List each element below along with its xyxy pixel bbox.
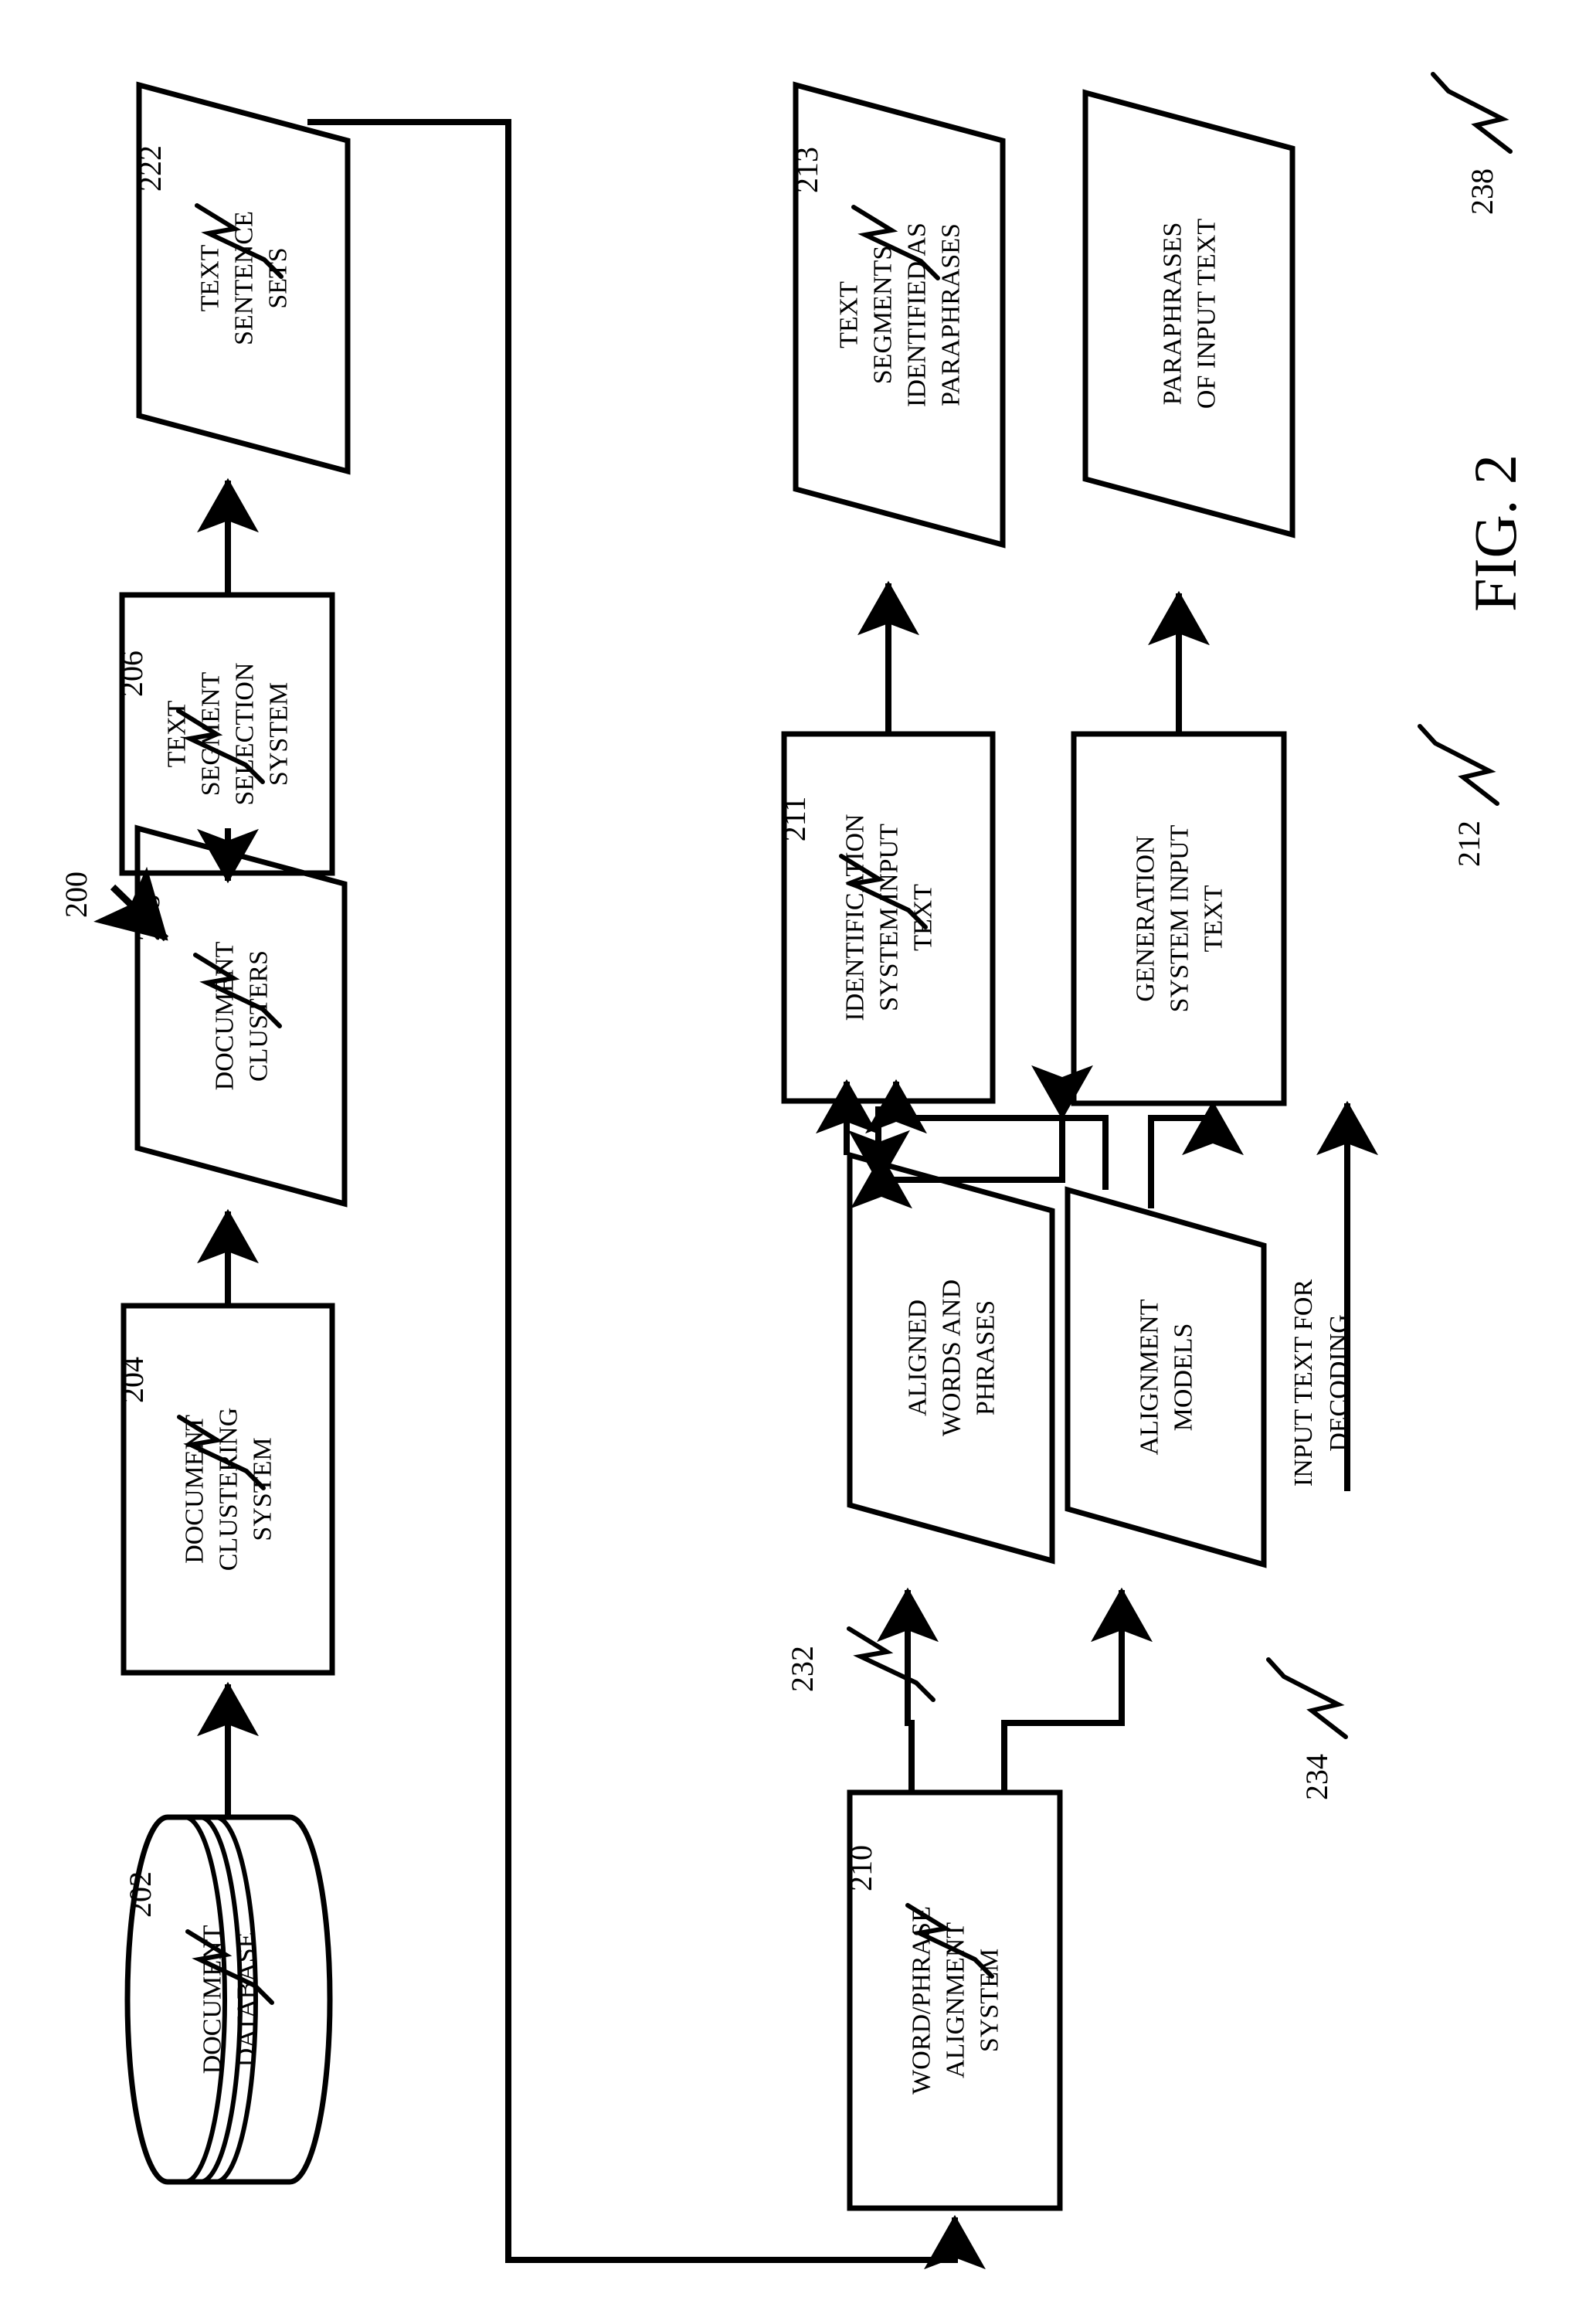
edge-align-to-models [1001,1587,1153,1792]
free-label-input-text-for-decoding: INPUT TEXT FOR DECODING [1289,1279,1353,1487]
node-label-line: PHRASES [972,1300,1000,1415]
node-label: ALIGNED WORDS AND PHRASES [904,1279,1000,1436]
edge-align-to-aligned [877,1587,939,1792]
edge-sets-feedback [307,119,986,2270]
leader-line [1431,72,1513,154]
figure-caption: FIG. 2 [1462,454,1529,612]
node-parallelogram [1065,1186,1267,1568]
free-label-line: INPUT TEXT FOR [1289,1279,1318,1487]
node-label-line: MODELS [1170,1323,1198,1432]
reference-numeral: 222 [133,145,168,192]
node-label-line: SYSTEM [249,1437,277,1541]
node-label-line: GENERATION [1132,835,1160,1001]
node-label-line: IDENTIFICATION [841,814,870,1021]
node-label-line: SYSTEM [976,1949,1004,2052]
node-label-line: SYSTEM [265,682,294,786]
node-label-line: WORD/PHRASE [908,1906,936,2095]
reference-numeral: 232 [785,1646,820,1692]
node-label-line: IDENTIFIED AS [903,223,932,407]
reference-numeral: 206 [114,651,149,697]
figure-canvas: DOCUMENT DATABASEDOCUMENT CLUSTERING SYSTEM… [59,72,1529,2270]
node-label-line: TEXT [163,700,192,767]
reference-numeral: 234 [1299,1754,1334,1800]
node-label: GENERATION SYSTEM INPUT TEXT [1132,824,1228,1012]
node-parallelogram [793,81,1006,549]
node-label-line: PARAPHRASES [937,223,966,406]
node-label-line: SEGMENTS [869,246,898,384]
diagram-reference-numeral: 200 [59,872,93,918]
node-label-line: DATABASE [233,1932,261,2068]
node-label: DOCUMENT CLUSTERING SYSTEM [181,1408,277,1572]
node-label: DOCUMENT DATABASE [199,1925,261,2074]
edge-models-to-gen [1148,1100,1244,1208]
node-label: IDENTIFICATION SYSTEM INPUT TEXT [841,814,938,1021]
node-label-line: SELECTION [231,662,260,805]
shape-layer [119,81,1295,2211]
node-parallelogram [1082,89,1295,539]
reference-numeral: 213 [790,147,824,193]
node-label-line: CLUSTERING [215,1408,243,1572]
node-label: ALIGNMENT MODELS [1136,1299,1198,1455]
leader-line [847,1626,936,1702]
node-label-line: SYSTEM INPUT [875,824,904,1011]
node-label: PARAPHRASES OF INPUT TEXT [1159,219,1221,409]
reference-numeral: 212 [1452,821,1486,867]
node-label-line: SETS [264,247,293,308]
node-label: WORD/PHRASE ALIGNMENT SYSTEM [908,1906,1004,2095]
node-label-line: ALIGNMENT [1136,1299,1164,1455]
leader-line [1418,724,1499,806]
node-label-line: TEXT [909,884,938,951]
node-label-line: ALIGNED [904,1300,932,1416]
reference-numeral: 202 [123,1871,158,1918]
patent-figure: DOCUMENT DATABASE DOCUMENT CLUSTERING SYSTEM… [0,0,1596,2314]
node-label-line: ALIGNMENT [942,1922,970,2078]
node-parallelogram [134,824,348,1208]
node-label-line: TEXT [196,244,225,311]
node-label-line: TEXT [835,281,864,348]
reference-numeral: 211 [777,797,812,842]
leader-line [1266,1657,1348,1739]
node-label-line: TEXT [1200,885,1228,952]
node-label-line: DOCUMENT [211,941,239,1090]
reference-numeral: 238 [1465,168,1499,215]
node-label-line: SENTENCE [230,211,259,345]
node-label-line: SEGMENT [197,671,226,796]
node-label-line: WORDS AND [938,1279,966,1436]
reference-numeral: 204 [115,1357,150,1403]
node-label-line: DOCUMENT [181,1415,209,1564]
node-label-line: SYSTEM INPUT [1166,824,1194,1012]
reference-numeral: 210 [844,1845,878,1891]
leader-line-layer [176,72,1513,2005]
node-label-line: PARAPHRASES [1159,223,1187,406]
node-label: DOCUMENT CLUSTERS [211,941,273,1090]
reference-numeral: 218 [131,895,166,941]
node-label: TEXT SEGMENT SELECTION SYSTEM [163,662,294,805]
node-label-line: CLUSTERS [245,950,273,1082]
node-label-line: OF INPUT TEXT [1193,219,1221,409]
node-label-line: DOCUMENT [199,1925,227,2074]
free-label-line: DECODING [1325,1314,1353,1452]
